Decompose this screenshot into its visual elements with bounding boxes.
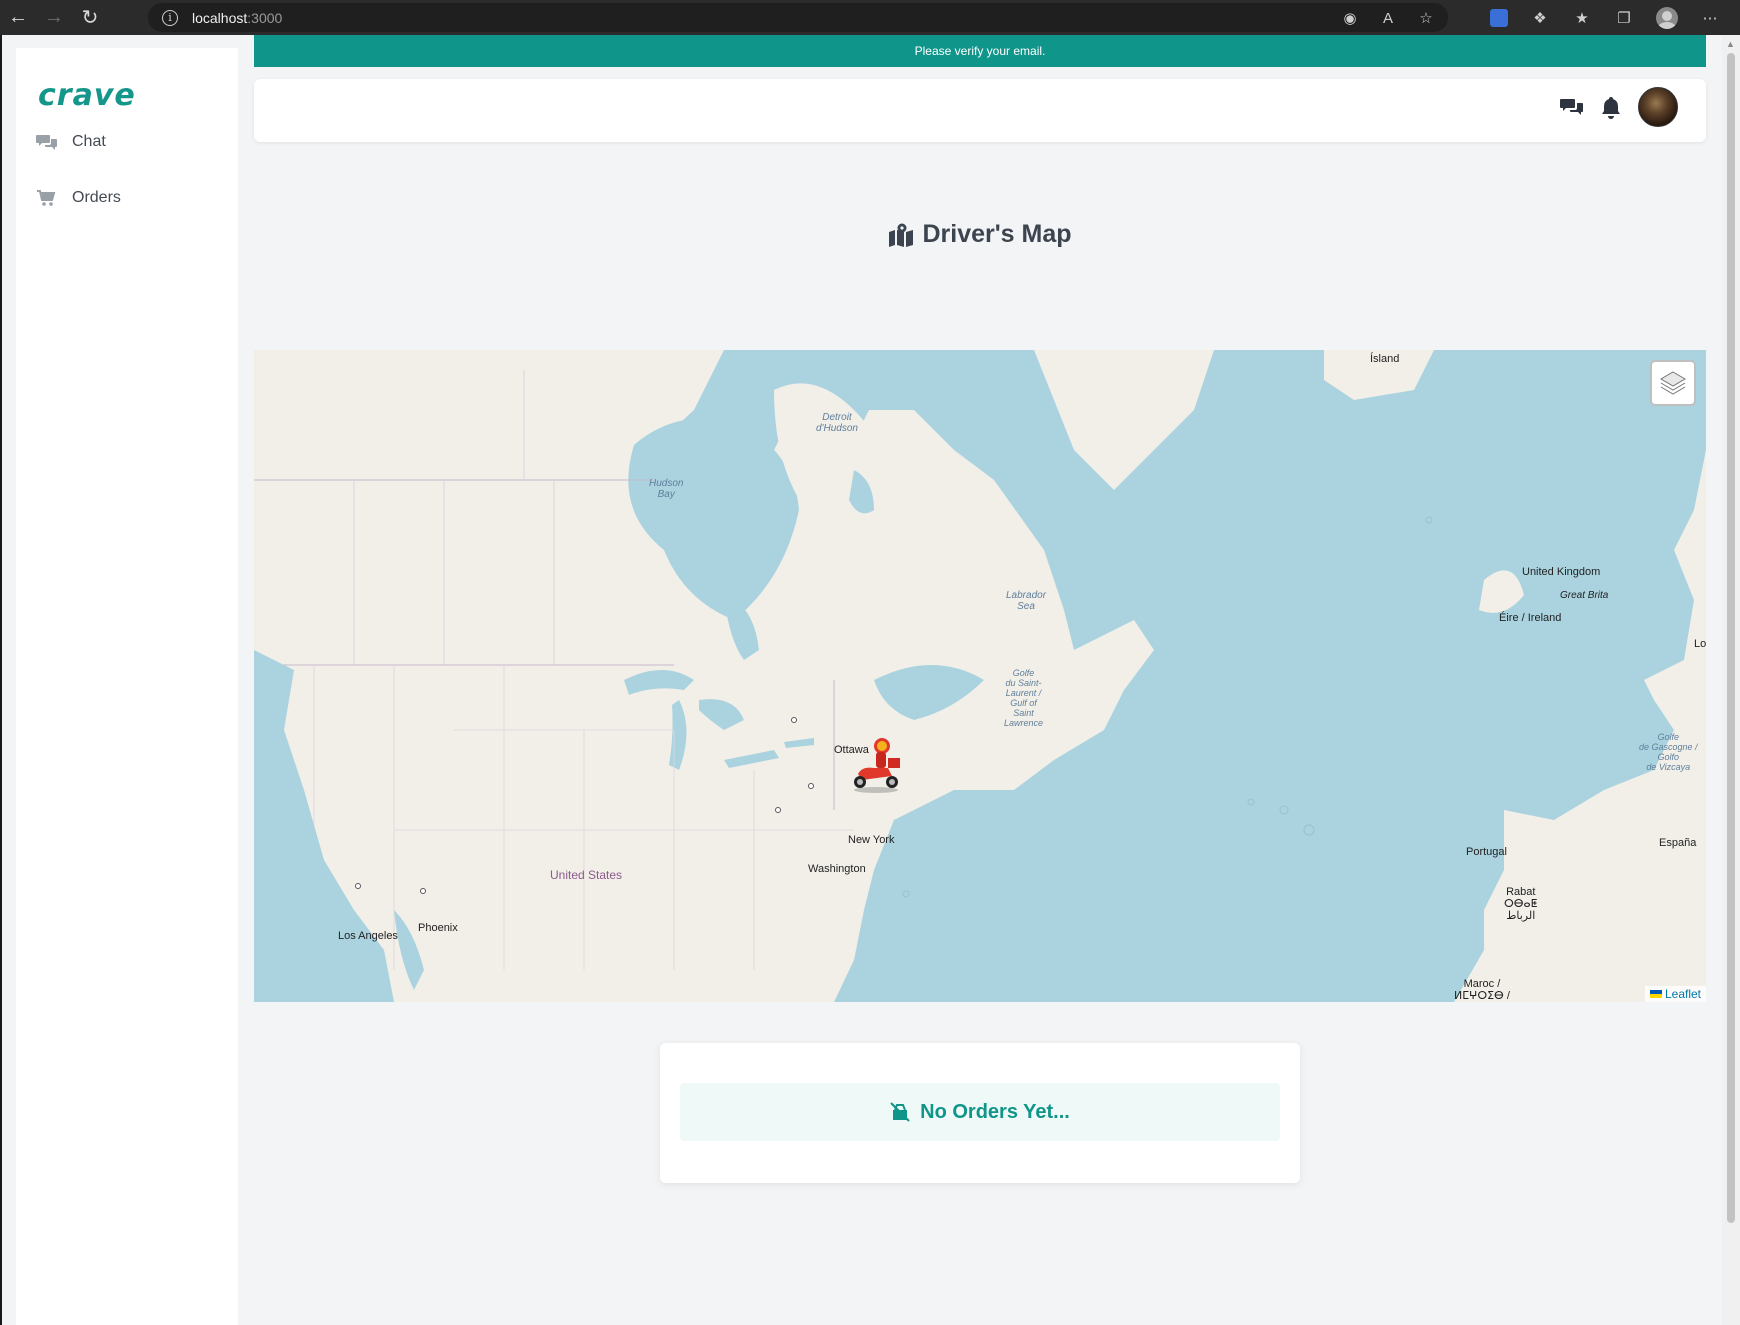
map-label-eire: Éire / Ireland bbox=[1499, 612, 1562, 624]
sidebar-item-label: Orders bbox=[72, 189, 121, 206]
layers-control-button[interactable] bbox=[1650, 360, 1696, 406]
forward-icon[interactable]: → bbox=[36, 0, 72, 35]
map-label-labrador-sea: Labrador Sea bbox=[1006, 590, 1047, 612]
map-label-hudson-bay: Hudson Bay bbox=[649, 478, 684, 500]
page-title-text: Driver's Map bbox=[922, 220, 1072, 248]
browser-toolbar: ← → ↻ i localhost:3000 ◉ A ☆ ❖ ★ ❐ ⋯ bbox=[0, 0, 1740, 35]
sidebar-item-chat[interactable]: Chat bbox=[36, 133, 106, 151]
sidebar-item-label: Chat bbox=[72, 133, 106, 150]
no-orders-icon bbox=[890, 1102, 910, 1122]
chat-bubbles-icon bbox=[36, 135, 57, 150]
profile-icon[interactable] bbox=[1656, 6, 1678, 29]
url-host: localhost bbox=[192, 9, 248, 26]
map-label-phoenix: Phoenix bbox=[418, 922, 458, 934]
map-label-lo: Lo bbox=[1694, 638, 1706, 650]
sidebar-item-orders[interactable]: Orders bbox=[36, 189, 121, 207]
extensions-puzzle-icon[interactable]: ❖ bbox=[1530, 8, 1550, 28]
map-label-washington: Washington bbox=[808, 863, 866, 875]
more-menu-icon[interactable]: ⋯ bbox=[1700, 8, 1720, 28]
map-label-new-york: New York bbox=[848, 834, 895, 846]
map-label-united-states: United States bbox=[550, 868, 623, 882]
top-header bbox=[254, 79, 1706, 142]
favorites-icon[interactable]: ★ bbox=[1572, 8, 1592, 28]
map-tiles bbox=[254, 350, 1706, 1002]
map-label-gulf-st-lawrence: Golfe du Saint- Laurent / Gulf of Saint … bbox=[1004, 668, 1044, 728]
map-label-great-britain: Great Brita bbox=[1560, 590, 1609, 601]
back-icon[interactable]: ← bbox=[0, 0, 36, 35]
add-favorite-icon[interactable]: ☆ bbox=[1416, 8, 1436, 28]
map-marked-icon bbox=[889, 223, 914, 247]
map-label-biscay: Golfe de Gascogne / Golfo de Vizcaya bbox=[1639, 732, 1698, 772]
window-edge bbox=[0, 35, 2, 1325]
map-label-maroc: Maroc / ⵍⵎⵖⵔⵉⴱ / bbox=[1454, 978, 1510, 1002]
extension-icon[interactable] bbox=[1490, 8, 1508, 27]
leaflet-link[interactable]: Leaflet bbox=[1665, 987, 1701, 1001]
verify-email-banner: Please verify your email. bbox=[254, 35, 1706, 67]
address-bar[interactable]: i localhost:3000 ◉ A ☆ bbox=[148, 3, 1448, 32]
page-scrollbar[interactable]: ▲ bbox=[1722, 35, 1740, 1325]
scroll-up-icon[interactable]: ▲ bbox=[1726, 39, 1735, 49]
map-label-los-angeles: Los Angeles bbox=[338, 930, 398, 942]
location-icon[interactable]: ◉ bbox=[1340, 8, 1360, 28]
map-label-detroit-hudson: Detroit d'Hudson bbox=[816, 412, 858, 434]
cart-icon bbox=[37, 190, 56, 206]
site-info-icon[interactable]: i bbox=[162, 9, 178, 26]
drivers-map[interactable]: Hudson Bay Detroit d'Hudson Labrador Sea… bbox=[254, 350, 1706, 1002]
url-port: :3000 bbox=[247, 9, 283, 26]
map-attribution[interactable]: Leaflet bbox=[1644, 986, 1706, 1002]
orders-card: No Orders Yet... bbox=[660, 1043, 1300, 1183]
map-label-rabat: Rabat ⵔⴱⴰⵟ الرباط bbox=[1504, 886, 1538, 922]
read-aloud-icon[interactable]: A bbox=[1378, 8, 1398, 28]
map-label-united-kingdom: United Kingdom bbox=[1522, 566, 1601, 578]
empty-orders-text: No Orders Yet... bbox=[920, 1100, 1070, 1123]
bell-icon[interactable] bbox=[1600, 95, 1622, 119]
page-title: Driver's Map bbox=[254, 220, 1706, 249]
map-label-island: Ísland bbox=[1370, 353, 1400, 365]
collections-icon[interactable]: ❐ bbox=[1614, 8, 1634, 28]
chat-bubbles-icon[interactable] bbox=[1560, 96, 1584, 118]
scroll-thumb[interactable] bbox=[1727, 53, 1735, 1223]
sidebar: crave Chat Orders bbox=[16, 48, 238, 1325]
map-label-espana: España bbox=[1659, 837, 1697, 849]
layers-icon bbox=[1660, 371, 1686, 395]
empty-orders-alert: No Orders Yet... bbox=[680, 1083, 1280, 1141]
crave-logo[interactable]: crave bbox=[38, 78, 136, 113]
ukraine-flag-icon bbox=[1649, 990, 1662, 998]
map-label-portugal: Portugal bbox=[1466, 846, 1507, 858]
avatar[interactable] bbox=[1638, 87, 1678, 127]
reload-icon[interactable]: ↻ bbox=[72, 0, 108, 35]
driver-scooter-marker[interactable] bbox=[848, 736, 904, 794]
